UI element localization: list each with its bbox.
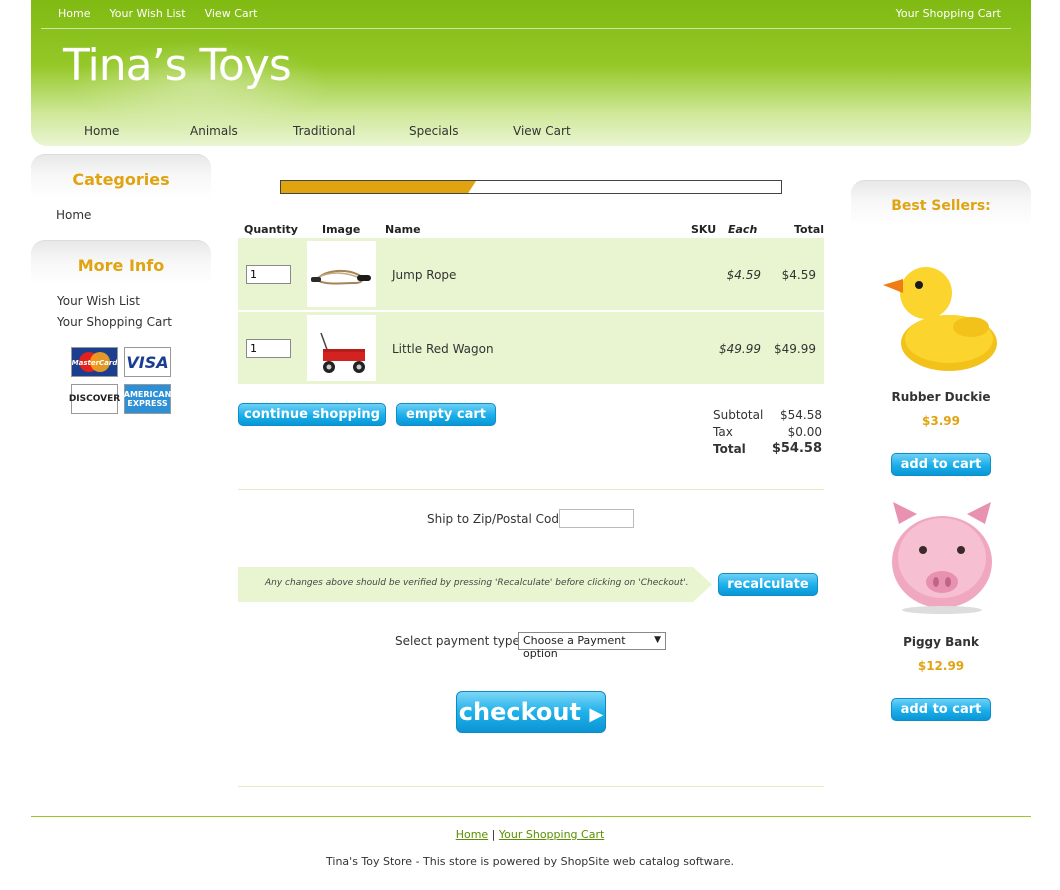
- zip-label: Ship to Zip/Postal Code: [427, 512, 567, 526]
- top-nav: Home Your Wish List View Cart: [58, 7, 257, 20]
- item-total-price: $4.59: [781, 268, 816, 282]
- payment-type-select[interactable]: Choose a Payment option ▼: [518, 632, 666, 660]
- main-nav-home[interactable]: Home: [84, 124, 119, 138]
- quantity-input[interactable]: [246, 265, 291, 284]
- duck-icon: [883, 267, 997, 371]
- footer-divider: [31, 816, 1031, 817]
- top-nav-view-cart[interactable]: View Cart: [205, 7, 258, 20]
- zip-input[interactable]: [559, 509, 634, 528]
- item-each-price: $4.59: [726, 268, 761, 282]
- total-label: Total: [713, 442, 746, 456]
- best-seller-price: $3.99: [922, 414, 960, 428]
- payment-type-label: Select payment type:: [395, 634, 524, 648]
- mastercard-logo: MasterCard: [72, 348, 117, 376]
- item-name-little-red-wagon[interactable]: Little Red Wagon: [392, 342, 494, 356]
- recalculate-button[interactable]: recalculate: [718, 573, 818, 596]
- column-sku: SKU: [691, 223, 717, 236]
- top-nav-wish-list[interactable]: Your Wish List: [109, 7, 185, 20]
- subtotal-value: $54.58: [780, 408, 822, 422]
- wagon-icon: [320, 332, 365, 373]
- categories-header: Categories: [31, 154, 211, 200]
- tax-label: Tax: [713, 425, 733, 439]
- best-seller-price: $12.99: [917, 659, 965, 673]
- item-name-jump-rope[interactable]: Jump Rope: [392, 268, 456, 282]
- recalculate-notice-text: Any changes above should be verified by …: [265, 578, 689, 588]
- main-nav-view-cart[interactable]: View Cart: [513, 124, 571, 138]
- continue-shopping-button[interactable]: continue shopping: [238, 403, 386, 426]
- divider: [238, 786, 824, 787]
- categories-title: Categories: [72, 170, 170, 189]
- cart-row: Jump Rope $4.59 $4.59: [238, 238, 824, 310]
- discover-icon: DISCOVER: [69, 384, 120, 414]
- footer-separator: |: [491, 828, 496, 841]
- best-sellers-title: Best Sellers:: [891, 198, 991, 214]
- best-seller-name[interactable]: Rubber Duckie: [851, 390, 1031, 404]
- subtotal-label: Subtotal: [713, 408, 764, 422]
- visa-icon: VISA: [124, 347, 171, 377]
- footer-link-shopping-cart[interactable]: Your Shopping Cart: [499, 828, 604, 841]
- category-home[interactable]: Home: [56, 208, 91, 222]
- main-nav-animals[interactable]: Animals: [190, 124, 238, 138]
- piggy-bank-icon: [892, 502, 992, 614]
- column-total: Total: [794, 223, 825, 236]
- rubber-duckie-image[interactable]: [881, 255, 1001, 375]
- payment-type-selected: Choose a Payment option: [523, 634, 626, 660]
- best-seller-name[interactable]: Piggy Bank: [851, 635, 1031, 649]
- more-info-title: More Info: [77, 256, 165, 275]
- jump-rope-image[interactable]: [307, 241, 376, 307]
- add-to-cart-button[interactable]: add to cart: [891, 698, 991, 721]
- site-logo[interactable]: Tina’s Toys: [63, 40, 292, 91]
- footer-link-home[interactable]: Home: [456, 828, 488, 841]
- checkout-progress-bar: [280, 180, 782, 194]
- chevron-down-icon: ▼: [654, 635, 661, 645]
- column-each: Each: [728, 223, 758, 236]
- main-nav-specials[interactable]: Specials: [409, 124, 459, 138]
- footer-links: Home | Your Shopping Cart: [0, 828, 1060, 841]
- add-to-cart-button[interactable]: add to cart: [891, 453, 991, 476]
- item-each-price: $49.99: [719, 342, 761, 356]
- amex-icon: AMERICAN EXPRESS: [124, 384, 171, 414]
- top-nav-shopping-cart[interactable]: Your Shopping Cart: [896, 7, 1001, 20]
- mastercard-text: MasterCard: [72, 359, 117, 367]
- divider: [238, 489, 824, 490]
- item-total-price: $49.99: [774, 342, 816, 356]
- cart-row: Little Red Wagon $49.99 $49.99: [238, 312, 824, 384]
- quantity-input[interactable]: [246, 339, 291, 358]
- checkout-button[interactable]: checkout ▶: [456, 691, 606, 733]
- more-info-shopping-cart[interactable]: Your Shopping Cart: [57, 315, 172, 329]
- checkout-progress-fill: [281, 181, 476, 193]
- site-header: Home Your Wish List View Cart Your Shopp…: [31, 0, 1031, 146]
- mastercard-icon: MasterCard: [71, 347, 118, 377]
- more-info-wish-list[interactable]: Your Wish List: [57, 294, 140, 308]
- total-value: $54.58: [771, 441, 822, 456]
- checkout-label: checkout: [458, 698, 581, 726]
- little-red-wagon-image[interactable]: [307, 315, 376, 381]
- footer-text: Tina's Toy Store - This store is powered…: [326, 855, 734, 868]
- jump-rope-icon: [311, 269, 371, 285]
- recalculate-notice: Any changes above should be verified by …: [238, 567, 712, 602]
- top-nav-home[interactable]: Home: [58, 7, 90, 20]
- main-nav: Home Animals Traditional Specials View C…: [31, 118, 631, 146]
- best-sellers-header: Best Sellers:: [851, 180, 1031, 226]
- header-divider: [41, 28, 1011, 29]
- column-name: Name: [385, 223, 421, 236]
- chevron-right-icon: ▶: [589, 704, 604, 725]
- column-image: Image: [322, 223, 361, 236]
- empty-cart-button[interactable]: empty cart: [396, 403, 496, 426]
- column-quantity: Quantity: [244, 223, 298, 236]
- main-nav-traditional[interactable]: Traditional: [293, 124, 355, 138]
- piggy-bank-image[interactable]: [885, 500, 1000, 615]
- tax-value: $0.00: [787, 425, 822, 439]
- more-info-header: More Info: [31, 240, 211, 286]
